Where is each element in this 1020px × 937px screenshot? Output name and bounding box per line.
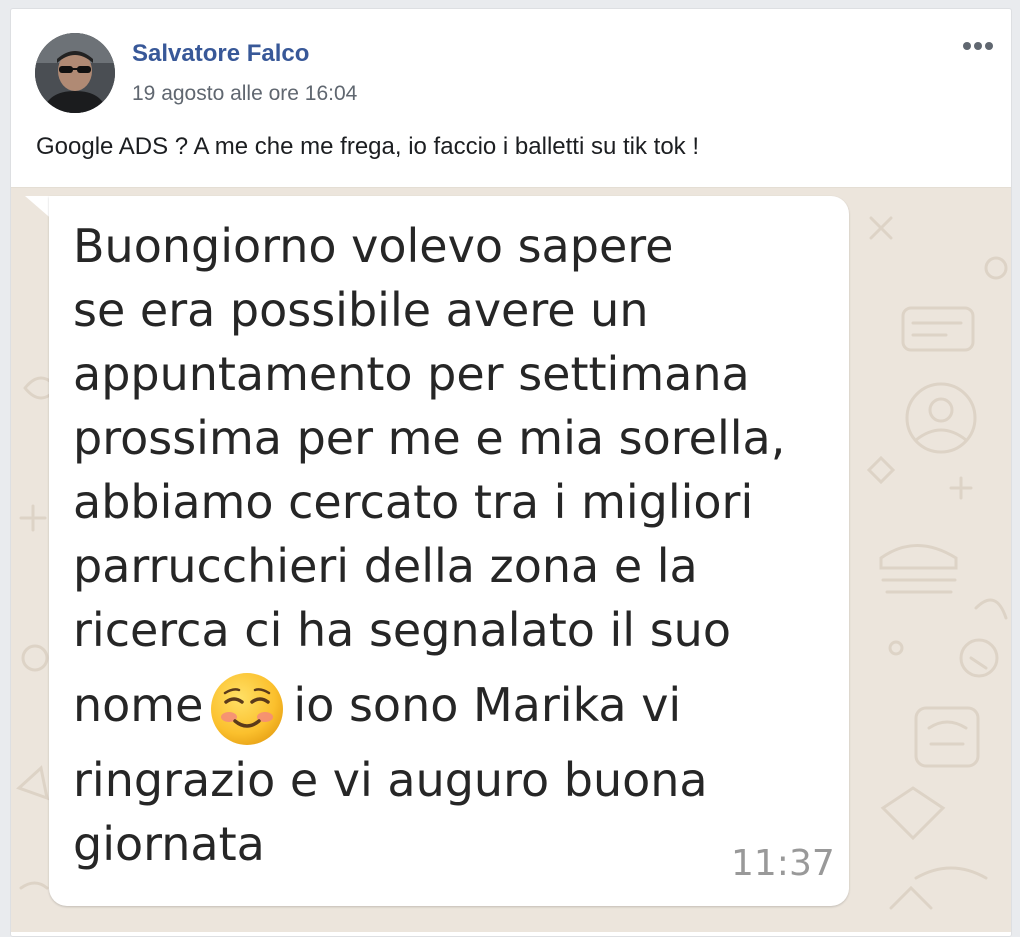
- chat-message-text: Buongiorno volevo sapere se era possibil…: [73, 214, 833, 876]
- message-line: giornata: [73, 817, 265, 871]
- post-footer-divider: [11, 932, 1011, 936]
- facebook-post: Salvatore Falco 19 agosto alle ore 16:04…: [10, 8, 1012, 937]
- message-line: prossima per me e mia sorella,: [73, 411, 786, 465]
- message-time: 11:37: [731, 843, 835, 884]
- message-text-after-emoji: io sono Marika vi: [293, 678, 682, 732]
- post-timestamp[interactable]: 19 agosto alle ore 16:04: [132, 82, 357, 106]
- author-avatar[interactable]: [35, 33, 115, 113]
- message-line: appuntamento per settimana: [73, 347, 750, 401]
- post-text: Google ADS ? A me che me frega, io facci…: [36, 133, 699, 160]
- message-line: Buongiorno volevo sapere: [73, 219, 674, 273]
- more-options-button[interactable]: [959, 33, 997, 59]
- smiling-face-emoji-icon: [211, 672, 284, 745]
- avatar-photo-icon: [35, 33, 115, 113]
- post-image[interactable]: Buongiorno volevo sapere se era possibil…: [11, 187, 1011, 936]
- ellipsis-icon: [963, 42, 993, 50]
- message-line-with-emoji: nome io sono Marika vi: [73, 662, 833, 748]
- message-line: parrucchieri della zona e la: [73, 539, 698, 593]
- message-text-before-emoji: nome: [73, 678, 204, 732]
- message-line: abbiamo cercato tra i migliori: [73, 475, 754, 529]
- message-line: se era possibile avere un: [73, 283, 649, 337]
- author-name[interactable]: Salvatore Falco: [132, 40, 309, 68]
- message-line: ringrazio e vi auguro buona: [73, 753, 708, 807]
- message-line: ricerca ci ha segnalato il suo: [73, 603, 731, 657]
